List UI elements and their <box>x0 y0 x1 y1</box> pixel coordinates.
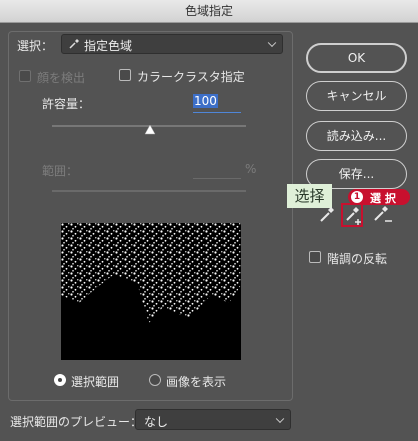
view-selection-label: 選択範囲 <box>71 375 120 389</box>
select-value: 指定色域 <box>84 39 133 53</box>
fuzziness-label: 許容量： <box>42 97 91 111</box>
range-unit: % <box>245 162 257 176</box>
eyedropper-icon <box>69 39 79 49</box>
fuzziness-slider-thumb[interactable] <box>144 124 156 135</box>
fuzziness-input[interactable]: 100 <box>193 94 241 113</box>
detect-faces-label: 顔を検出 <box>37 71 86 85</box>
title-bar: 色域指定 <box>0 0 418 23</box>
eyedropper-add-tool[interactable] <box>341 203 363 227</box>
view-image-label: 画像を表示 <box>166 375 227 389</box>
window-title: 色域指定 <box>184 4 233 18</box>
view-image-radio[interactable] <box>149 374 161 386</box>
range-slider-track[interactable] <box>52 190 246 192</box>
load-button[interactable]: 読み込み... <box>306 121 407 151</box>
preview-dropdown[interactable]: なし <box>135 409 291 430</box>
select-label: 選択： <box>17 39 54 53</box>
chevron-down-icon <box>267 38 277 48</box>
badge-number: 1 <box>351 191 363 203</box>
localized-clusters-label: カラークラスタ指定 <box>137 70 245 84</box>
fuzziness-value: 100 <box>193 94 218 108</box>
range-input[interactable] <box>193 162 241 179</box>
selection-mask-image <box>61 223 241 323</box>
localized-clusters-checkbox[interactable] <box>119 69 131 81</box>
view-selection-radio[interactable] <box>54 374 66 386</box>
eyedropper-subtract-icon[interactable] <box>371 204 393 224</box>
selection-preview <box>61 223 241 360</box>
detect-faces-checkbox[interactable] <box>19 70 31 82</box>
preview-value: なし <box>144 415 169 429</box>
cancel-button[interactable]: キャンセル <box>306 81 407 111</box>
invert-label: 階調の反転 <box>327 252 388 266</box>
ok-button[interactable]: OK <box>306 43 407 73</box>
range-label: 範囲： <box>42 164 79 178</box>
chevron-down-icon <box>275 414 285 423</box>
eyedropper-add-icon <box>346 207 361 225</box>
preview-label: 選択範囲のプレビュー： <box>10 415 143 429</box>
select-dropdown[interactable]: 指定色域 <box>61 34 283 54</box>
invert-checkbox[interactable] <box>309 251 321 263</box>
eyedropper-icon[interactable] <box>317 204 337 224</box>
